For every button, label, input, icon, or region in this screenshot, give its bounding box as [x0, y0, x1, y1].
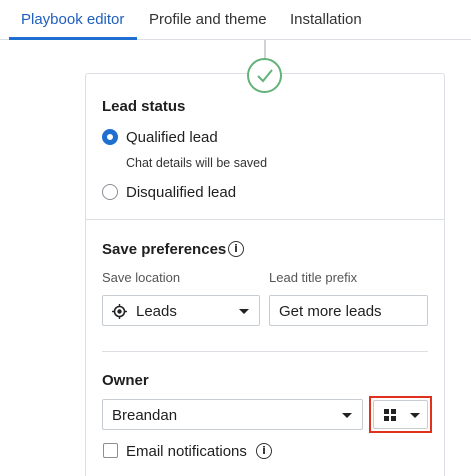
section-divider	[86, 219, 444, 220]
save-preferences-heading: Save preferences	[102, 241, 227, 258]
chevron-down-icon	[239, 309, 249, 314]
qualified-lead-label[interactable]: Qualified lead	[126, 129, 218, 146]
tab-profile-and-theme[interactable]: Profile and theme	[149, 0, 267, 40]
info-icon[interactable]: i	[228, 241, 244, 257]
tab-playbook-editor[interactable]: Playbook editor	[21, 0, 124, 40]
lead-status-heading: Lead status	[102, 98, 186, 115]
save-location-label: Save location	[102, 270, 181, 285]
save-location-value: Leads	[136, 303, 177, 320]
section-divider	[102, 351, 428, 352]
chevron-down-icon	[410, 413, 420, 418]
disqualified-lead-label[interactable]: Disqualified lead	[126, 184, 236, 201]
disqualified-lead-radio[interactable]	[102, 184, 118, 200]
lead-title-prefix-value: Get more leads	[279, 303, 382, 320]
flow-connector-line	[264, 40, 266, 59]
email-notifications-label[interactable]: Email notifications	[126, 443, 247, 460]
step-complete-check-icon	[247, 58, 282, 93]
owner-heading: Owner	[102, 372, 149, 389]
view-toggle-button[interactable]	[369, 396, 432, 433]
tab-installation[interactable]: Installation	[290, 0, 362, 40]
qualified-lead-radio[interactable]	[102, 129, 118, 145]
lead-title-prefix-label: Lead title prefix	[269, 270, 358, 285]
owner-select[interactable]: Breandan	[102, 399, 363, 430]
lead-title-prefix-input[interactable]: Get more leads	[269, 295, 428, 326]
tab-bar: Playbook editor Profile and theme Instal…	[0, 0, 471, 40]
qualified-lead-description: Chat details will be saved	[126, 156, 268, 170]
info-icon[interactable]: i	[256, 443, 272, 459]
email-notifications-checkbox[interactable]	[103, 443, 118, 458]
save-location-select[interactable]: Leads	[102, 295, 260, 326]
chevron-down-icon	[342, 413, 352, 418]
active-tab-indicator	[9, 37, 137, 40]
owner-value: Breandan	[112, 407, 178, 424]
target-icon	[112, 304, 127, 319]
